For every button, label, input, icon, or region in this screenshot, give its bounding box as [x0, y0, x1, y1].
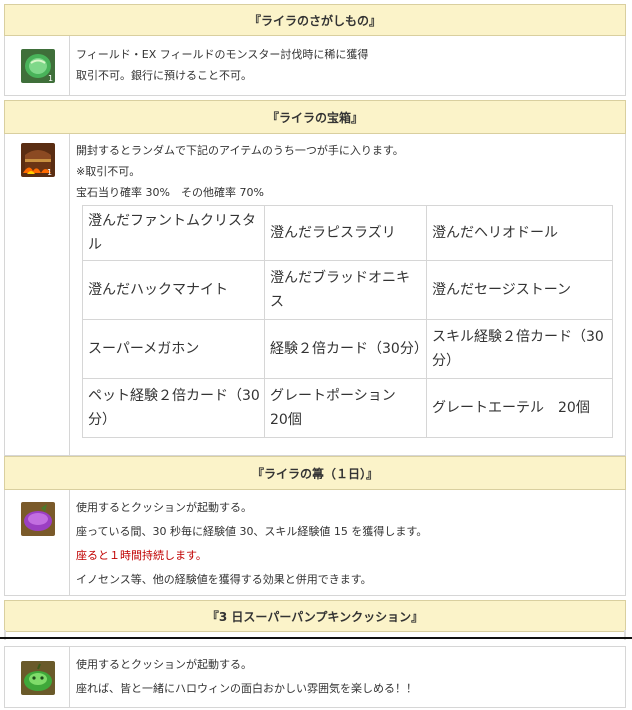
table-row: 澄んだハックマナイト 澄んだブラッドオニキス 澄んだセージストーン	[82, 260, 613, 320]
table-cell: 経験２倍カード（30分）	[264, 319, 428, 379]
desc-line: 取引不可。銀行に預けること不可。	[76, 69, 252, 82]
green-gem-icon: 1	[21, 49, 55, 83]
table-cell: 澄んだラピスラズリ	[264, 205, 427, 261]
item-count: 1	[48, 74, 53, 83]
desc-line: フィールド・EX フィールドのモンスター討伐時に稀に獲得	[76, 48, 369, 61]
item-row: 1 フィールド・EX フィールドのモンスター討伐時に稀に獲得 取引不可。銀行に預…	[4, 36, 626, 96]
table-cell: 澄んだファントムクリスタル	[82, 205, 265, 261]
desc-line: 使用するとクッションが起動する。	[76, 658, 252, 671]
table-row: スーパーメガホン 経験２倍カード（30分） スキル経験２倍カード（30分）	[82, 319, 613, 379]
desc-line: 使用するとクッションが起動する。	[76, 501, 252, 514]
table-cell: 澄んだセージストーン	[426, 260, 613, 320]
item-row: 1 開封するとランダムで下記のアイテムのうち一つが手に入ります。 ※取引不可。 …	[4, 134, 626, 456]
table-row: 澄んだファントムクリスタル 澄んだラピスラズリ 澄んだヘリオドール	[82, 205, 613, 261]
table-cell: ペット経験２倍カード（30分）	[82, 378, 265, 438]
table-cell: スキル経験２倍カード（30分）	[426, 319, 613, 379]
table-cell: 澄んだハックマナイト	[82, 260, 265, 320]
table-cell: グレートポーション 20個	[264, 378, 427, 438]
section-laila-search: 『ライラのさがしもの』 1 フィールド・EX フィールドのモンスター討伐時に稀に…	[4, 4, 626, 96]
section-title: 『3 日スーパーパンプキンクッション』	[4, 600, 626, 632]
desc-line: 開封するとランダムで下記のアイテムのうち一つが手に入ります。	[76, 144, 404, 157]
desc-line: ※取引不可。	[76, 165, 141, 178]
section-laila-treasure-box: 『ライラの宝箱』 1 開封するとランダムで下記のアイテムのうち一つが手に入ります…	[4, 100, 626, 456]
desc-line: 宝石当り確率 30% その他確率 70%	[76, 186, 264, 199]
description: フィールド・EX フィールドのモンスター討伐時に稀に獲得 取引不可。銀行に預ける…	[70, 36, 368, 95]
icon-cell	[5, 490, 70, 595]
green-pumpkin-cushion-icon	[21, 661, 55, 695]
section-title: 『ライラの宝箱』	[4, 100, 626, 134]
section-title: 『ライラの箒（１日）』	[4, 456, 626, 490]
desc-line: 座れば、皆と一緒にハロウィンの面白おかしい雰囲気を楽しめる！！	[76, 682, 417, 695]
purple-cushion-icon	[21, 502, 55, 536]
table-row: ペット経験２倍カード（30分） グレートポーション 20個 グレートエーテル 2…	[82, 378, 613, 438]
item-row: 使用するとクッションが起動する。 座れば、皆と一緒にハロウィンの面白おかしい雰囲…	[4, 646, 626, 708]
reward-table: 澄んだファントムクリスタル 澄んだラピスラズリ 澄んだヘリオドール 澄んだハック…	[82, 205, 613, 438]
icon-cell: 1	[5, 134, 70, 455]
description: 使用するとクッションが起動する。 座れば、皆と一緒にハロウィンの面白おかしい雰囲…	[70, 647, 417, 707]
item-count: 1	[47, 168, 52, 177]
table-cell: スーパーメガホン	[82, 319, 265, 379]
description: 開封するとランダムで下記のアイテムのうち一つが手に入ります。 ※取引不可。 宝石…	[70, 134, 625, 455]
table-cell: 澄んだブラッドオニキス	[264, 260, 427, 320]
description: 使用するとクッションが起動する。 座っている間、30 秒毎に経験値 30、スキル…	[70, 490, 427, 595]
page-separator	[0, 637, 632, 639]
section-pumpkin-cushion-body: 使用するとクッションが起動する。 座れば、皆と一緒にハロウィンの面白おかしい雰囲…	[4, 646, 626, 708]
icon-cell	[5, 647, 70, 707]
desc-line: 座っている間、30 秒毎に経験値 30、スキル経験値 15 を獲得します。	[76, 525, 428, 538]
section-title: 『ライラのさがしもの』	[4, 4, 626, 36]
section-laila-broom: 『ライラの箒（１日）』 使用するとクッションが起動する。 座っている間、30 秒…	[4, 456, 626, 596]
table-cell: 澄んだヘリオドール	[426, 205, 613, 261]
treasure-chest-icon: 1	[21, 143, 55, 177]
icon-cell: 1	[5, 36, 70, 95]
item-row: 使用するとクッションが起動する。 座っている間、30 秒毎に経験値 30、スキル…	[4, 490, 626, 596]
section-pumpkin-cushion: 『3 日スーパーパンプキンクッション』	[4, 600, 626, 632]
desc-line: イノセンス等、他の経験値を獲得する効果と併用できます。	[76, 573, 372, 586]
duration-warning: 座ると１時間持続します。	[76, 549, 207, 562]
table-cell: グレートエーテル 20個	[426, 378, 613, 438]
